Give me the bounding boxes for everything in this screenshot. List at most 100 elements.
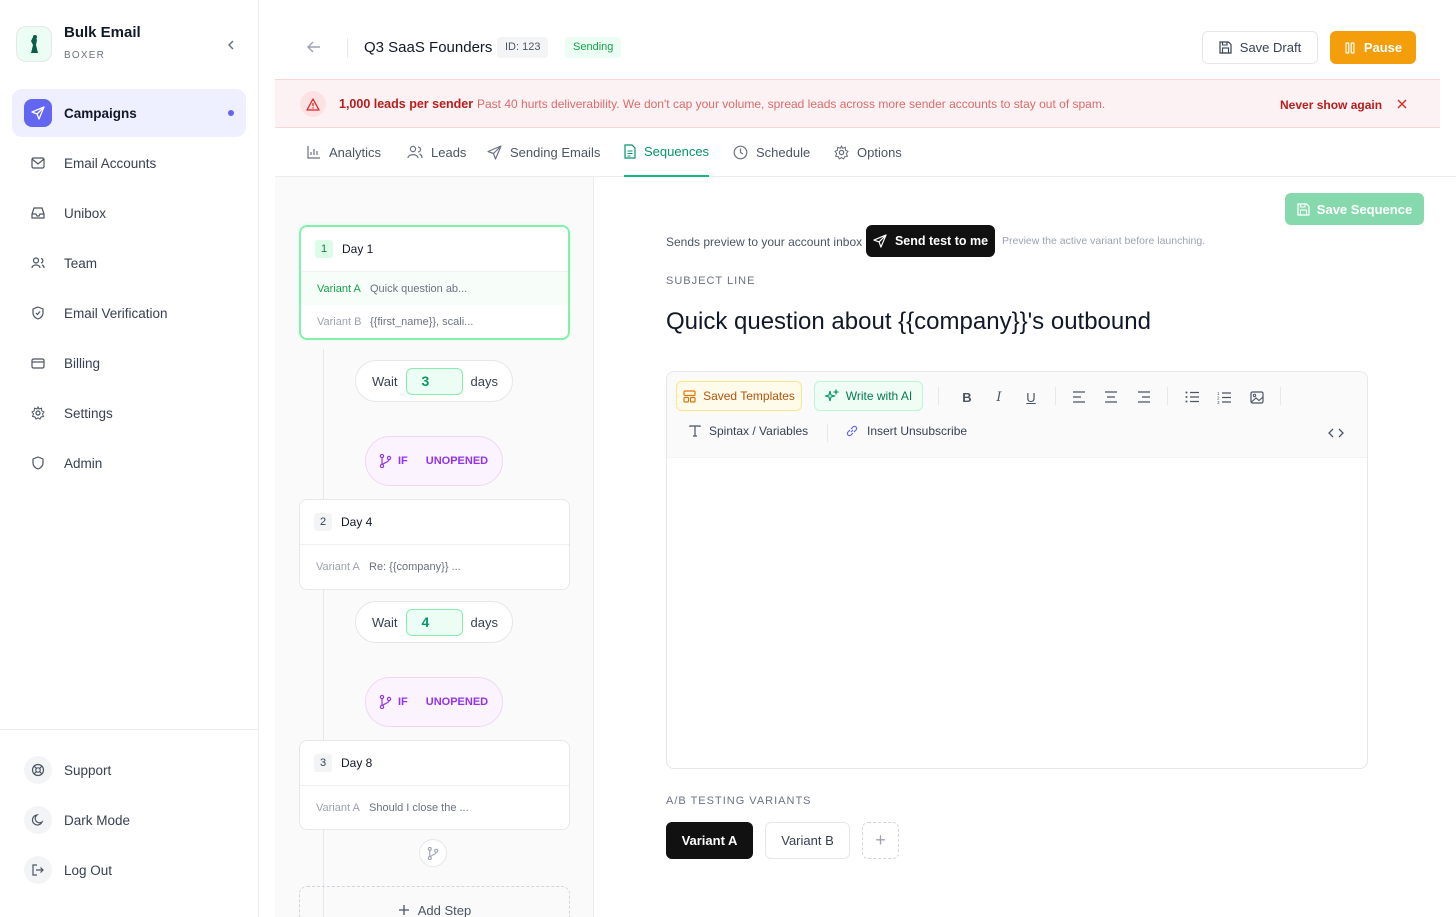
sidebar-item-email-verification[interactable]: Email Verification [12,289,246,337]
branch-icon [379,695,392,709]
logout-icon [24,856,52,884]
sidebar-item-label: Email Accounts [64,155,157,171]
sidebar-item-label: Log Out [64,862,113,878]
back-arrow-icon[interactable] [307,40,321,54]
variant-a-button[interactable]: Variant A [666,822,753,859]
step-card-2[interactable]: 2 Day 4 Variant A Re: {{company}} ... [299,499,570,590]
moon-icon [24,806,52,834]
sidebar-item-billing[interactable]: Billing [12,339,246,387]
wait-days-input[interactable]: 3 [405,367,463,395]
step-card-1[interactable]: 1 Day 1 Variant A Quick question ab... V… [299,225,570,340]
numbered-list-icon[interactable]: 123 [1213,388,1235,406]
save-draft-button[interactable]: Save Draft [1202,31,1318,64]
plus-icon [398,905,409,915]
align-left-icon[interactable] [1068,388,1090,406]
write-with-ai-button[interactable]: Write with AI [814,381,923,411]
sidebar-item-unibox[interactable]: Unibox [12,189,246,237]
mail-icon [12,157,64,169]
gear-icon [834,144,849,160]
wait-delay-1: Wait 3 days [355,360,513,402]
send-icon [487,144,502,160]
step-day: Day 4 [341,515,373,529]
condition-pill-1[interactable]: IF UNOPENED [365,436,503,486]
italic-icon[interactable]: I [988,388,1010,406]
bullet-list-icon[interactable] [1181,388,1203,406]
tab-schedule[interactable]: Schedule [733,128,810,176]
image-icon[interactable] [1246,388,1268,406]
sidebar-item-label: Email Verification [64,305,168,321]
subject-line-label: SUBJECT LINE [666,275,756,287]
sidebar-item-campaigns[interactable]: Campaigns [12,89,246,137]
condition-if: IF [398,455,408,467]
leads-warning-banner: 1,000 leads per sender Past 40 hurts del… [275,79,1440,128]
preview-label: Sends preview to your account inbox [666,235,863,249]
brand-subtitle: BOXER [64,50,106,61]
step-variant-row[interactable]: Variant B {{first_name}}, scali... [301,305,568,338]
saved-templates-label: Saved Templates [703,389,795,403]
step-variant-row[interactable]: Variant A Quick question ab... [301,272,568,305]
sidebar-item-settings[interactable]: Settings [12,389,246,437]
never-show-again-link[interactable]: Never show again [1280,98,1382,112]
condition-pill-2[interactable]: IF UNOPENED [365,677,503,727]
collapse-sidebar-icon[interactable] [224,38,238,52]
step-variant-row[interactable]: Variant A Re: {{company}} ... [300,545,569,589]
align-center-icon[interactable] [1100,388,1122,406]
insert-unsubscribe-button[interactable]: Insert Unsubscribe [845,424,967,438]
underline-icon[interactable]: U [1020,388,1042,406]
save-sequence-button[interactable]: Save Sequence [1285,193,1424,225]
spintax-variables-button[interactable]: Spintax / Variables [689,424,808,438]
tab-analytics[interactable]: Analytics [307,128,381,176]
tab-label: Sequences [644,144,710,159]
wait-unit: days [470,373,498,389]
add-step-button[interactable]: Add Step [299,886,570,917]
tab-leads[interactable]: Leads [407,128,466,176]
toolbar-divider [1280,387,1281,405]
close-icon[interactable] [1395,97,1409,111]
variant-label: Variant A [316,801,360,814]
saved-templates-button[interactable]: Saved Templates [676,381,802,411]
boxer-logo-icon [31,35,38,53]
code-view-icon[interactable] [1325,424,1347,442]
tab-options[interactable]: Options [834,128,902,176]
subject-line-input[interactable]: Quick question about {{company}}'s outbo… [666,308,1151,336]
sidebar-item-log-out[interactable]: Log Out [12,846,246,894]
email-body-area[interactable] [667,458,1367,768]
align-right-icon[interactable] [1133,388,1155,406]
tab-label: Analytics [329,144,382,160]
sidebar-item-label: Support [64,762,112,778]
toolbar-divider [1055,387,1056,405]
sidebar-item-team[interactable]: Team [12,239,246,287]
variant-b-button[interactable]: Variant B [765,822,850,859]
step-variant-row[interactable]: Variant A Should I close the ... [300,786,569,829]
alert-title: 1,000 leads per sender [339,97,474,111]
status-badge: Sending [565,37,622,58]
variant-preview: Re: {{company}} ... [369,561,461,573]
sidebar-item-dark-mode[interactable]: Dark Mode [12,796,246,844]
brand-title: Bulk Email [64,24,141,41]
condition-value: UNOPENED [425,696,489,708]
step-card-3[interactable]: 3 Day 8 Variant A Should I close the ... [299,740,570,830]
tab-sending-emails[interactable]: Sending Emails [487,128,600,176]
sidebar-item-support[interactable]: Support [12,746,246,794]
send-test-label: Send test to me [894,234,989,248]
sidebar-item-admin[interactable]: Admin [12,439,246,487]
send-test-button[interactable]: Send test to me [866,225,995,257]
variant-label: Variant B [317,315,362,328]
variant-label: Variant A [316,561,360,573]
send-icon [873,234,887,248]
insert-unsubscribe-label: Insert Unsubscribe [867,424,968,438]
bold-icon[interactable]: B [956,388,978,406]
save-sequence-label: Save Sequence [1316,201,1413,217]
users-icon [407,145,423,159]
brand-logo[interactable] [16,26,52,62]
pause-button[interactable]: Pause [1330,31,1416,64]
add-variant-button[interactable]: + [862,822,899,859]
wait-delay-2: Wait 4 days [355,601,513,643]
tab-label: Schedule [756,144,811,160]
sidebar-item-email-accounts[interactable]: Email Accounts [12,139,246,187]
add-branch-button[interactable] [419,839,447,867]
sidebar-item-label: Team [64,255,98,271]
wait-days-input[interactable]: 4 [405,608,463,636]
tab-sequences[interactable]: Sequences [624,128,710,177]
sequence-steps-panel: 1 Day 1 Variant A Quick question ab... V… [275,177,594,917]
